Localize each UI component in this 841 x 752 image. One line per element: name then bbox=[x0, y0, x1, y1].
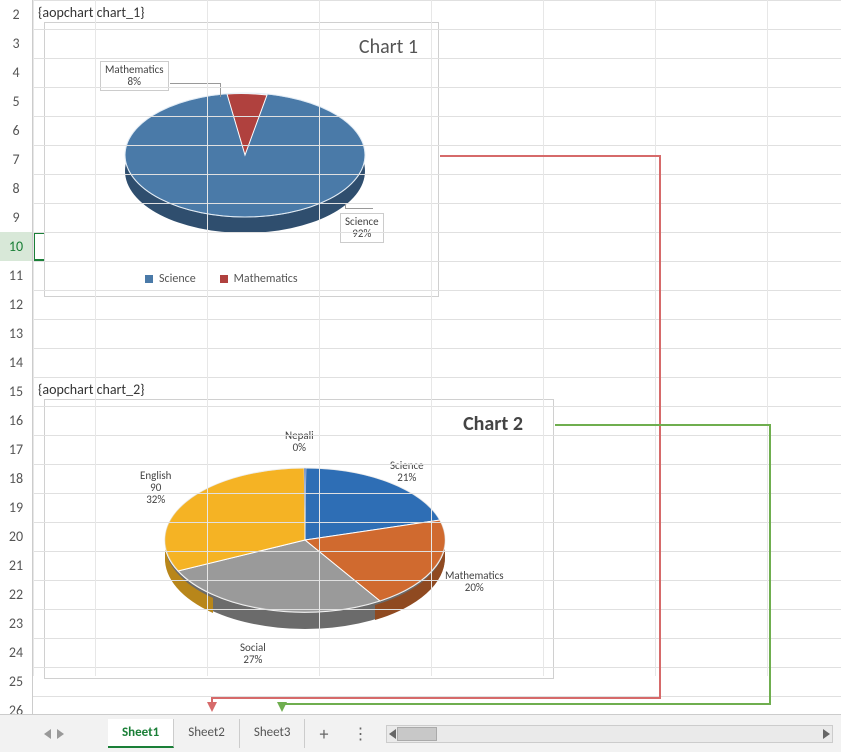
gridline-vertical bbox=[95, 0, 96, 676]
row-header[interactable]: 12 bbox=[0, 290, 33, 319]
scroll-left-icon[interactable] bbox=[389, 729, 396, 739]
legend-swatch-mathematics bbox=[220, 275, 228, 283]
gridline-horizontal bbox=[33, 348, 841, 349]
gridline-horizontal bbox=[33, 116, 841, 117]
gridline-horizontal bbox=[33, 609, 841, 610]
row-header[interactable]: 16 bbox=[0, 406, 33, 435]
gridline-horizontal bbox=[33, 0, 841, 1]
row-header[interactable]: 5 bbox=[0, 87, 33, 116]
gridline-horizontal bbox=[33, 493, 841, 494]
cell-chart2-tag[interactable]: {aopchart chart_2} bbox=[38, 381, 145, 398]
gridline-horizontal bbox=[33, 87, 841, 88]
row-header[interactable]: 25 bbox=[0, 667, 33, 696]
row-header[interactable]: 19 bbox=[0, 493, 33, 522]
gridline-horizontal bbox=[33, 145, 841, 146]
gridline-horizontal bbox=[33, 261, 841, 262]
row-header[interactable]: 21 bbox=[0, 551, 33, 580]
gridline-horizontal bbox=[33, 464, 841, 465]
cell-chart1-tag[interactable]: {aopchart chart_1} bbox=[38, 4, 145, 21]
tabs-nav[interactable] bbox=[0, 729, 108, 739]
gridline-horizontal bbox=[33, 406, 841, 407]
gridline-horizontal bbox=[33, 551, 841, 552]
sheet-tab-sheet3[interactable]: Sheet3 bbox=[240, 719, 306, 748]
row-header[interactable]: 10 bbox=[0, 232, 33, 261]
chart-2-label-nepali: Nepali 0% bbox=[285, 430, 314, 454]
row-header[interactable]: 14 bbox=[0, 348, 33, 377]
gridline-horizontal bbox=[33, 174, 841, 175]
row-header[interactable]: 4 bbox=[0, 58, 33, 87]
row-header[interactable]: 18 bbox=[0, 464, 33, 493]
chart-2-label-social: Social 27% bbox=[240, 642, 266, 666]
row-header[interactable]: 17 bbox=[0, 435, 33, 464]
row-header[interactable]: 7 bbox=[0, 145, 33, 174]
gridline-horizontal bbox=[33, 319, 841, 320]
tabs-prev-icon[interactable] bbox=[44, 729, 51, 739]
row-header[interactable]: 11 bbox=[0, 261, 33, 290]
chart-1-title: Chart 1 bbox=[359, 35, 418, 59]
row-header[interactable]: 3 bbox=[0, 29, 33, 58]
tabs-next-icon[interactable] bbox=[57, 729, 64, 739]
gridline-horizontal bbox=[33, 290, 841, 291]
gridline-vertical bbox=[431, 0, 432, 676]
legend-swatch-science bbox=[145, 275, 153, 283]
gridline-horizontal bbox=[33, 667, 841, 668]
chart-1-legend: Science Mathematics bbox=[145, 272, 298, 286]
legend-label-science: Science bbox=[159, 272, 196, 286]
row-header[interactable]: 20 bbox=[0, 522, 33, 551]
gridline-horizontal bbox=[33, 377, 841, 378]
row-header[interactable]: 22 bbox=[0, 580, 33, 609]
gridline-horizontal bbox=[33, 29, 841, 30]
gridline-horizontal bbox=[33, 638, 841, 639]
row-header[interactable]: 15 bbox=[0, 377, 33, 406]
gridline-vertical bbox=[319, 0, 320, 676]
tabs-more-button[interactable]: ⋮ bbox=[342, 718, 378, 750]
scroll-thumb[interactable] bbox=[397, 727, 437, 741]
chart-1[interactable]: Chart 1 Mathematics 8% Science 92% Scien… bbox=[44, 22, 439, 297]
gridline-horizontal bbox=[33, 435, 841, 436]
sheet-tab-sheet1[interactable]: Sheet1 bbox=[108, 719, 174, 748]
legend-label-mathematics: Mathematics bbox=[234, 272, 298, 286]
gridline-horizontal bbox=[33, 580, 841, 581]
chart-2[interactable]: Chart 2 Nepali 0% Science 21% Mathematic… bbox=[44, 399, 554, 679]
scroll-right-icon[interactable] bbox=[823, 729, 830, 739]
row-header[interactable]: 6 bbox=[0, 116, 33, 145]
gridline-horizontal bbox=[33, 203, 841, 204]
sheet-tabs-bar: Sheet1Sheet2Sheet3 + ⋮ bbox=[0, 714, 841, 752]
row-header[interactable]: 8 bbox=[0, 174, 33, 203]
gridline-vertical bbox=[655, 0, 656, 676]
chart-1-pie bbox=[115, 73, 375, 253]
sheet-tab-sheet2[interactable]: Sheet2 bbox=[174, 719, 240, 748]
chart-2-title: Chart 2 bbox=[463, 412, 523, 436]
chart-2-label-mathematics: Mathematics 20% bbox=[445, 570, 504, 594]
chart-2-label-english: English 90 32% bbox=[140, 470, 171, 506]
row-header[interactable]: 13 bbox=[0, 319, 33, 348]
gridline-horizontal bbox=[33, 58, 841, 59]
horizontal-scrollbar[interactable] bbox=[386, 725, 833, 743]
gridline-horizontal bbox=[33, 232, 841, 233]
add-sheet-button[interactable]: + bbox=[305, 717, 342, 751]
gridline-vertical bbox=[767, 0, 768, 676]
gridline-horizontal bbox=[33, 696, 841, 697]
row-header[interactable]: 23 bbox=[0, 609, 33, 638]
gridline-vertical bbox=[33, 0, 34, 676]
row-header[interactable]: 24 bbox=[0, 638, 33, 667]
chart-1-label-science: Science 92% bbox=[340, 213, 384, 243]
spreadsheet-grid[interactable]: {aopchart chart_1} {aopchart chart_2} Ch… bbox=[0, 0, 841, 714]
gridline-vertical bbox=[543, 0, 544, 676]
gridline-horizontal bbox=[33, 522, 841, 523]
gridline-vertical bbox=[207, 0, 208, 676]
row-header[interactable]: 2 bbox=[0, 0, 33, 29]
row-header[interactable]: 9 bbox=[0, 203, 33, 232]
